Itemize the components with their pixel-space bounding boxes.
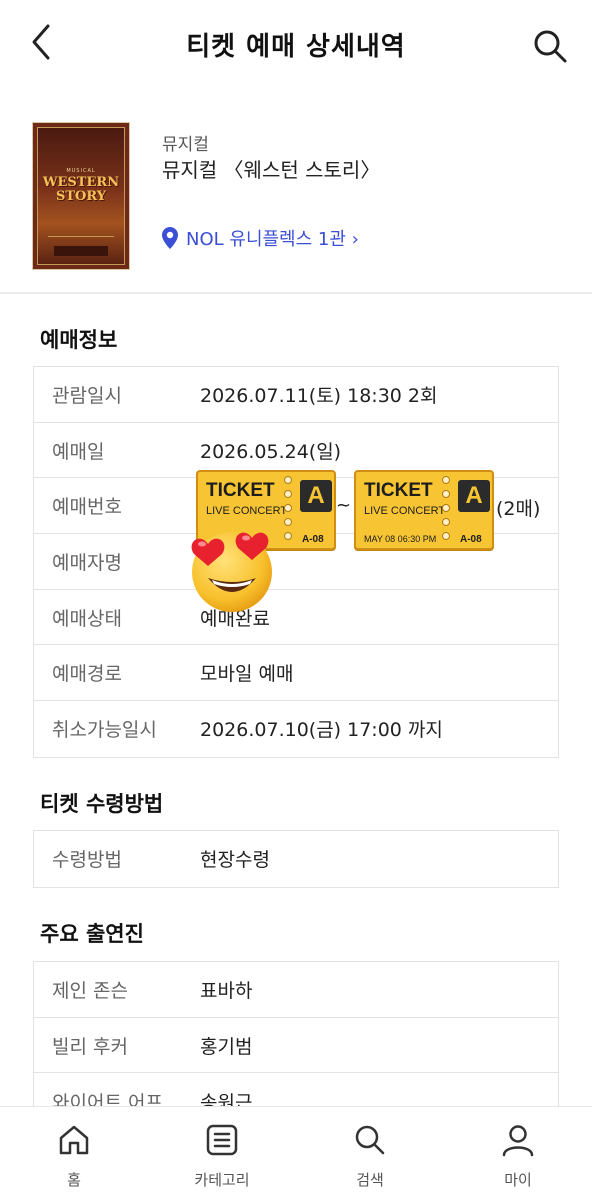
heart-eyes-emoji-icon <box>191 532 272 612</box>
cast-title: 주요 출연진 <box>40 922 144 946</box>
ticket-subtitle: LIVE CONCERT <box>206 505 288 517</box>
ticket-perforation <box>442 476 452 546</box>
poster-small-text: MUSICAL <box>66 168 96 174</box>
ticket-count: (2매) <box>496 498 541 520</box>
pickup-method-title: 티켓 수령방법 <box>40 792 164 816</box>
ticket-letter: A <box>458 480 490 512</box>
pickup-method-table: 수령방법 현장수령 <box>33 830 559 888</box>
nav-my[interactable]: 마이 <box>444 1107 592 1200</box>
ticket-word: TICKET <box>206 480 275 501</box>
show-title: 뮤지컬 〈웨스턴 스토리〉 <box>162 158 381 182</box>
row-label: 예매번호 <box>52 496 122 519</box>
show-info: MUSICAL WESTERN STORY 뮤지컬 뮤지컬 〈웨스턴 스토리〉 … <box>0 110 592 290</box>
ticket-date: MAY 08 06:30 PM <box>364 534 437 544</box>
section-divider <box>0 292 592 294</box>
search-icon <box>534 30 567 63</box>
nav-home-label: 홈 <box>67 1171 81 1189</box>
nav-search-label: 검색 <box>356 1171 384 1189</box>
table-row: 수령방법 현장수령 <box>34 831 558 887</box>
row-label: 수령방법 <box>52 849 122 872</box>
row-label: 빌리 후커 <box>52 1035 128 1058</box>
poster-title: WESTERN STORY <box>38 176 124 204</box>
nav-home[interactable]: 홈 <box>0 1107 148 1200</box>
poster-title-line1: WESTERN <box>42 175 120 190</box>
table-row: 제인 존슨 표바하 <box>34 962 558 1018</box>
table-row: 예매경로 모바일 예매 <box>34 645 558 702</box>
table-row: 빌리 후커 홍기범 <box>34 1018 558 1074</box>
row-value: 홍기범 <box>200 1035 253 1058</box>
ticket-letter: A <box>300 480 332 512</box>
table-row: 취소가능일시 2026.07.10(금) 17:00 까지 <box>34 701 558 757</box>
row-value: 현장수령 <box>200 849 270 872</box>
row-value: 모바일 예매 <box>200 663 294 686</box>
nav-my-label: 마이 <box>504 1171 532 1189</box>
booking-info-table: 관람일시 2026.07.11(토) 18:30 2회 예매일 2026.05.… <box>33 366 559 758</box>
ticket-sticker-icon: TICKET LIVE CONCERT MAY 08 06:30 PM A-08… <box>354 470 494 550</box>
nav-category-label: 카테고리 <box>194 1171 250 1189</box>
show-genre: 뮤지컬 <box>162 135 209 155</box>
cast-table: 제인 존슨 표바하 빌리 후커 홍기범 와이어트 어프 송원근 <box>33 961 559 1131</box>
home-icon <box>59 1125 89 1155</box>
person-icon <box>502 1125 534 1157</box>
bottom-navigation: 홈 카테고리 검색 마이 <box>0 1106 592 1200</box>
table-row: 예매상태 예매완료 <box>34 590 558 646</box>
poster-title-line2: STORY <box>55 189 107 204</box>
ticket-subtitle: LIVE CONCERT <box>364 505 446 517</box>
row-value: 2026.07.10(금) 17:00 까지 <box>200 719 443 742</box>
location-pin-icon <box>162 227 178 249</box>
ticket-perforation <box>284 476 294 546</box>
ticket-word: TICKET <box>364 480 433 501</box>
nav-category[interactable]: 카테고리 <box>148 1107 296 1200</box>
venue-link[interactable]: NOL 유니플렉스 1관 › <box>162 226 359 250</box>
search-icon <box>355 1125 385 1155</box>
row-label: 취소가능일시 <box>52 719 157 742</box>
row-value: 표바하 <box>200 979 253 1002</box>
page-title: 티켓 예매 상세내역 <box>186 32 406 62</box>
row-value: 2026.05.24(일) <box>200 440 342 463</box>
poster-footer-band <box>54 246 108 256</box>
table-row: 관람일시 2026.07.11(토) 18:30 2회 <box>34 367 558 423</box>
row-value: 2026.07.11(토) 18:30 2회 <box>200 384 438 407</box>
row-label: 예매일 <box>52 440 105 463</box>
ticket-seat: A-08 <box>302 534 324 545</box>
row-label: 관람일시 <box>52 384 122 407</box>
ticket-range-separator: ~ <box>336 495 352 516</box>
show-poster[interactable]: MUSICAL WESTERN STORY <box>32 122 130 270</box>
search-button[interactable] <box>530 26 570 66</box>
row-label: 예매자명 <box>52 551 122 574</box>
poster-artwork: MUSICAL WESTERN STORY <box>37 127 125 265</box>
booking-info-title: 예매정보 <box>40 328 118 352</box>
ticket-seat: A-08 <box>460 534 482 545</box>
row-label: 예매경로 <box>52 663 122 686</box>
nav-search[interactable]: 검색 <box>296 1107 444 1200</box>
row-label: 예매상태 <box>52 607 122 630</box>
row-label: 제인 존슨 <box>52 979 128 1002</box>
header: 티켓 예매 상세내역 <box>0 0 592 90</box>
category-list-icon <box>206 1124 238 1156</box>
venue-name: NOL 유니플렉스 1관 › <box>186 229 359 250</box>
